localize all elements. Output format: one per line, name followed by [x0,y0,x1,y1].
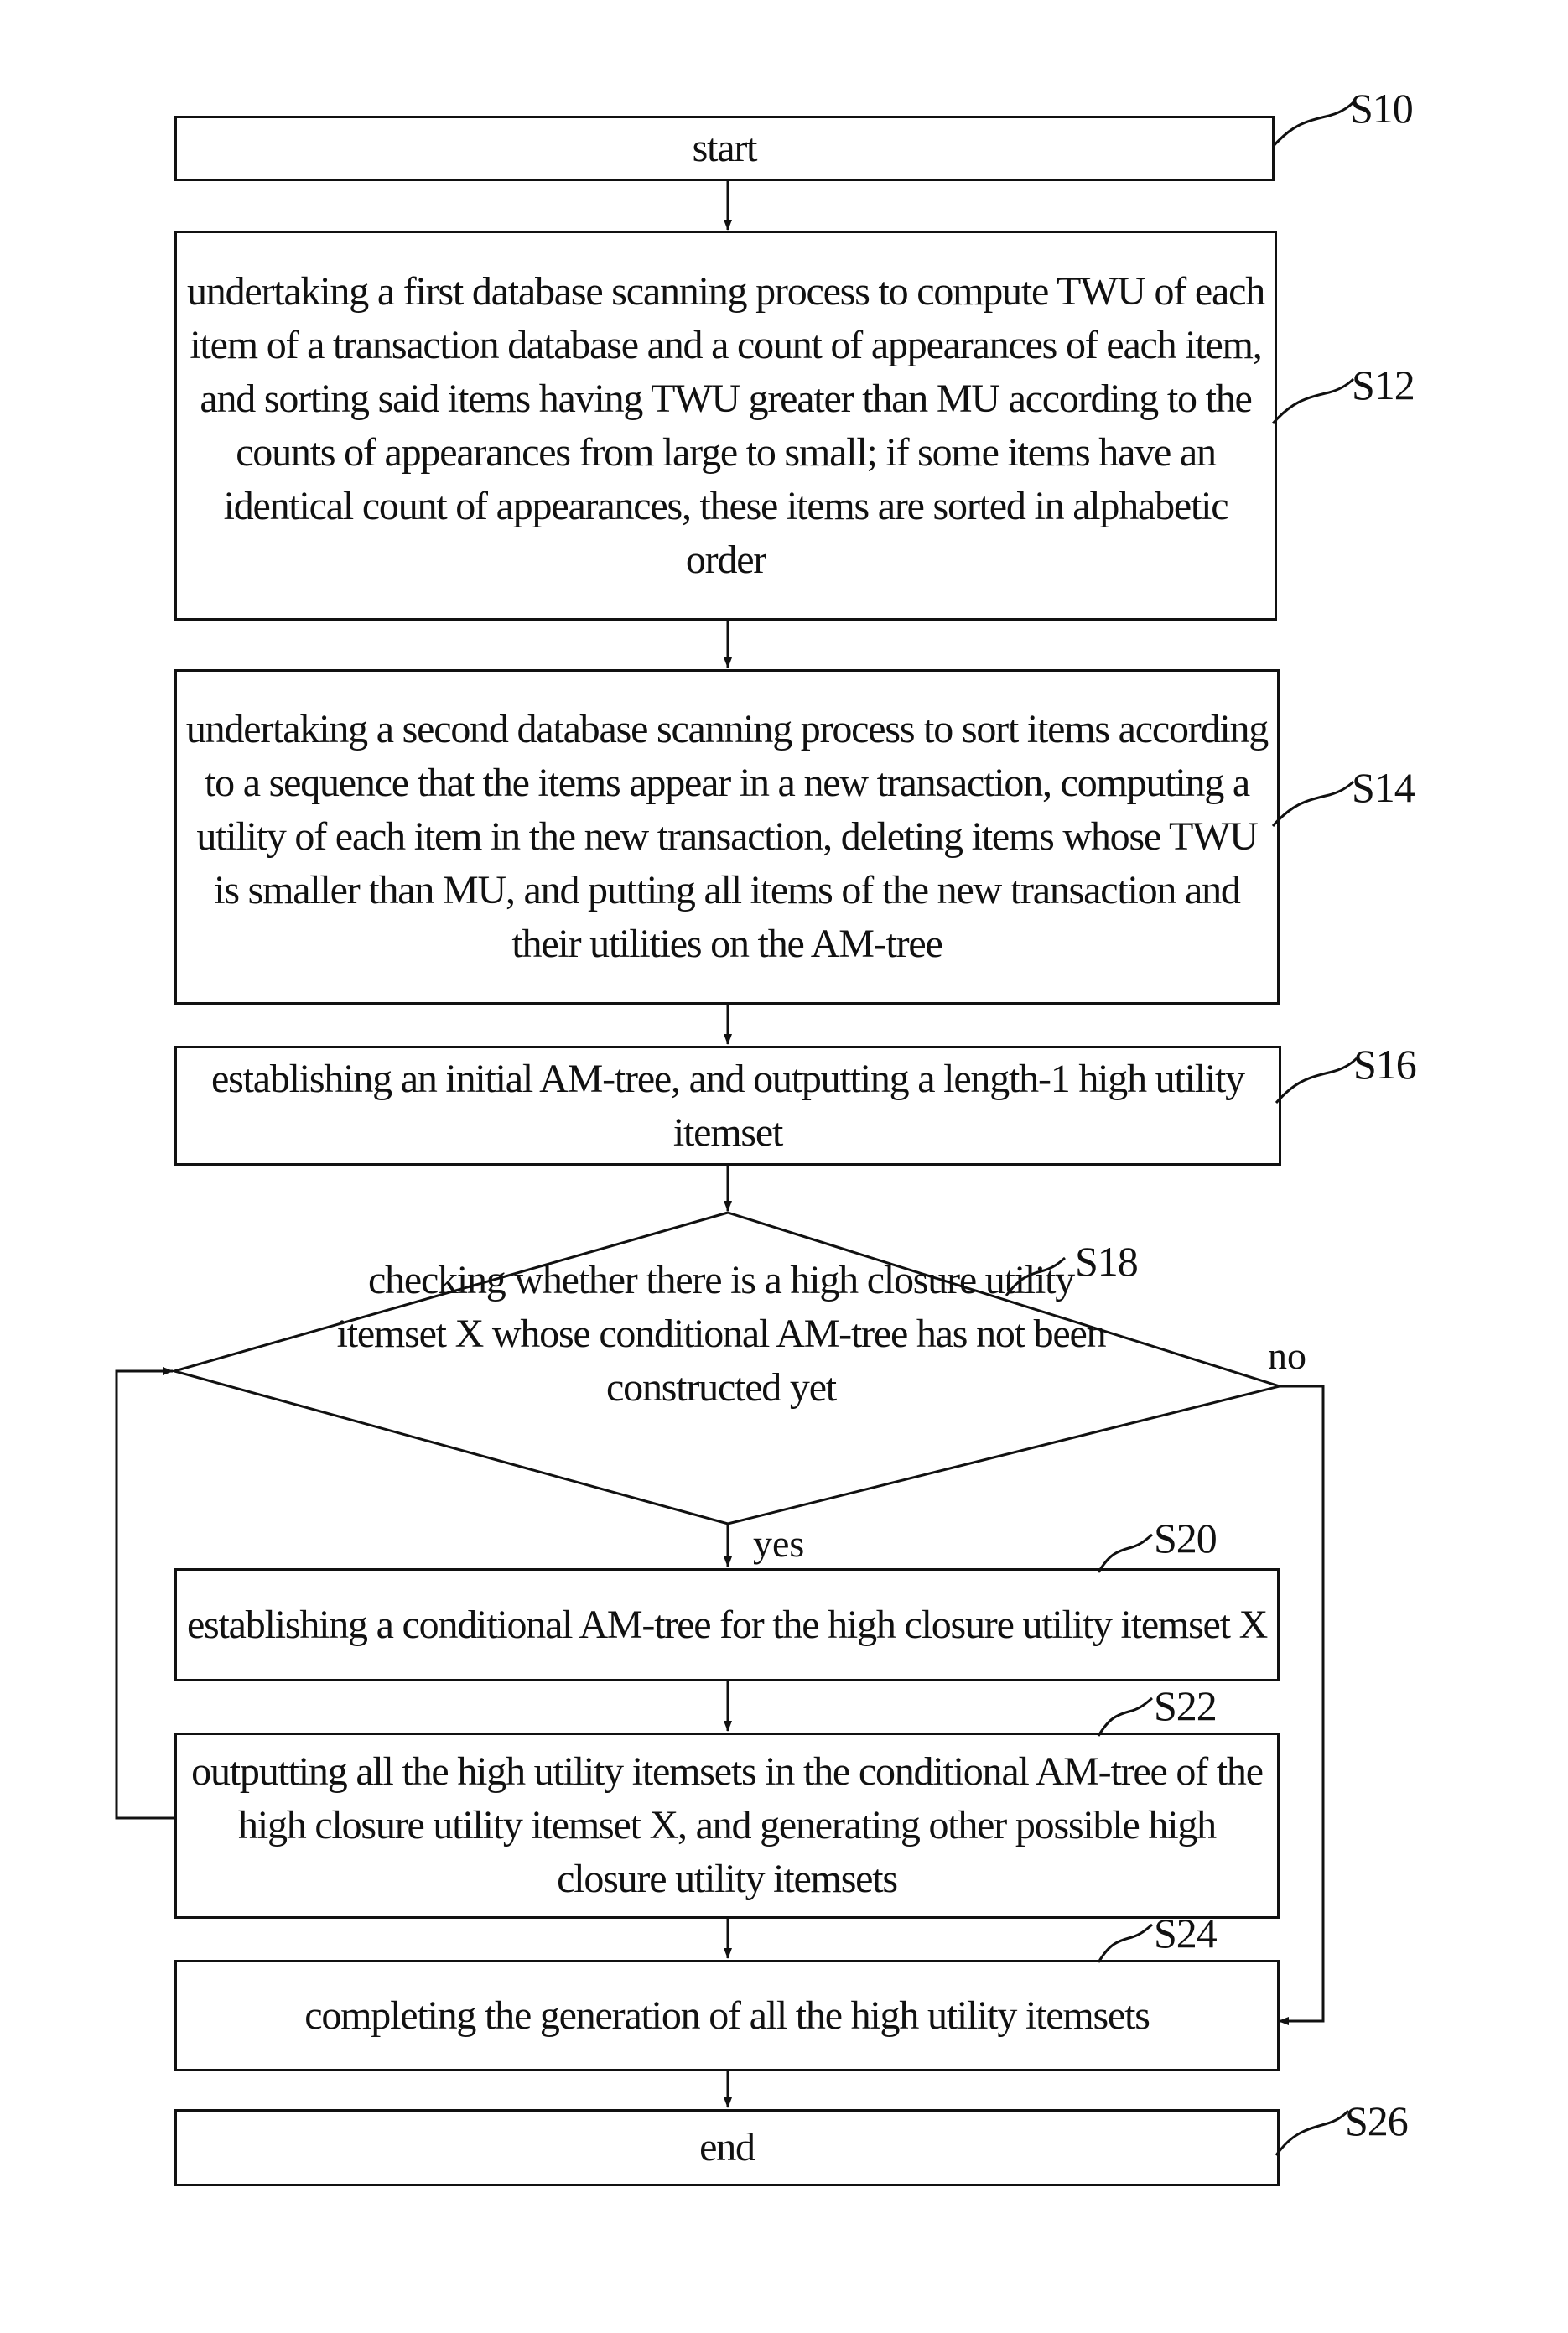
step-s14-text: undertaking a second database scanning p… [185,707,1269,966]
step-s12-box: undertaking a first database scanning pr… [174,231,1277,621]
step-s24-text: completing the generation of all the hig… [304,1993,1150,2038]
callout-s24 [1097,1923,1153,1963]
step-s26-end-box: end [174,2109,1280,2186]
step-label-s16: S16 [1353,1041,1417,1088]
callout-s20 [1097,1533,1153,1573]
callout-s16 [1275,1057,1358,1104]
step-label-s18: S18 [1075,1238,1139,1285]
step-s22-text: outputting all the high utility itemsets… [191,1749,1264,1901]
step-label-s10: S10 [1350,85,1414,132]
branch-label-no: no [1268,1334,1306,1377]
step-s10-start-box: start [174,116,1275,181]
callout-s22 [1097,1696,1153,1737]
callout-s26 [1275,2109,1350,2156]
step-s16-box: establishing an initial AM-tree, and out… [174,1046,1281,1166]
edge-s22-s18-loop [115,1367,174,1820]
step-s14-box: undertaking a second database scanning p… [174,669,1280,1005]
step-label-s12: S12 [1352,361,1415,408]
step-s20-box: establishing a conditional AM-tree for t… [174,1568,1280,1681]
callout-s12 [1271,377,1355,424]
step-s22-box: outputting all the high utility itemsets… [174,1733,1280,1919]
step-label-s14: S14 [1352,764,1415,811]
step-label-s24: S24 [1154,1910,1218,1956]
step-s24-box: completing the generation of all the hig… [174,1960,1280,2071]
branch-label-yes: yes [753,1522,805,1565]
edge-s18-s24-no [1278,1385,1325,2025]
callout-s14 [1271,780,1355,827]
step-label-s22: S22 [1154,1682,1218,1729]
step-label-s26: S26 [1345,2097,1409,2144]
step-s18-text: checking whether there is a high closure… [336,1258,1107,1410]
callout-s10 [1271,101,1355,148]
step-s20-text: establishing a conditional AM-tree for t… [186,1602,1268,1647]
step-s26-text: end [699,2125,755,2169]
step-s12-text: undertaking a first database scanning pr… [186,268,1265,582]
step-s10-text: start [692,126,758,170]
step-s16-text: establishing an initial AM-tree, and out… [211,1056,1245,1155]
step-label-s20: S20 [1154,1515,1218,1561]
